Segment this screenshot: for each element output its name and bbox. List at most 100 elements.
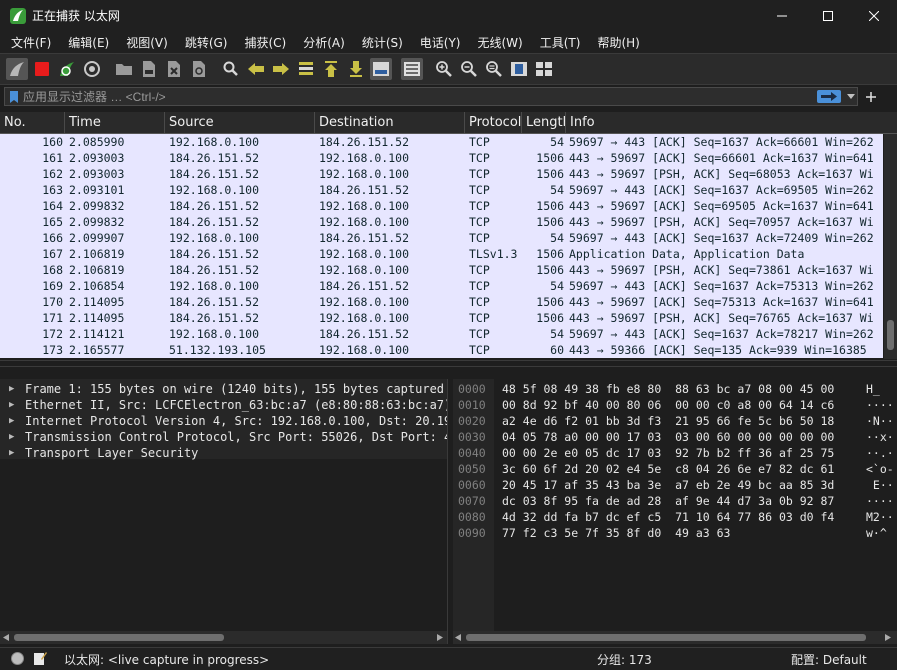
scroll-right-arrow-icon[interactable] bbox=[437, 634, 443, 641]
packet-row[interactable]: 170 2.114095 184.26.151.52 192.168.0.100 TCP… bbox=[0, 294, 883, 310]
detail-row-tcp[interactable]: ▶ Transmission Control Protocol, Src Por… bbox=[0, 429, 447, 445]
hex-dump-row[interactable]: 0050 3c 60 6f 2d 20 02 e4 5e c8 04 26 6e … bbox=[452, 461, 897, 477]
menu-view[interactable]: 视图(V) bbox=[115, 34, 174, 51]
menu-statistics[interactable]: 统计(S) bbox=[351, 34, 409, 51]
hex-dump-row[interactable]: 0010 00 8d 92 bf 40 00 80 06 00 00 c0 a8 … bbox=[452, 397, 897, 413]
status-profile[interactable]: 配置: Default bbox=[791, 651, 867, 668]
scroll-left-arrow-icon[interactable] bbox=[455, 634, 461, 641]
scroll-left-arrow-icon[interactable] bbox=[3, 634, 9, 641]
close-icon[interactable] bbox=[851, 0, 897, 31]
go-first-packet-icon[interactable] bbox=[320, 58, 342, 80]
packet-row[interactable]: 165 2.099832 184.26.151.52 192.168.0.100 TCP… bbox=[0, 214, 883, 230]
column-header-no[interactable]: No. bbox=[0, 112, 65, 133]
expert-info-status-icon[interactable] bbox=[11, 652, 24, 665]
hex-dump-row[interactable]: 0090 77 f2 c3 5e 7f 35 8f d0 49 a3 63 w·^ bbox=[452, 525, 897, 541]
filter-dropdown-chevron-icon[interactable] bbox=[845, 88, 857, 105]
vertical-pane-splitter[interactable] bbox=[447, 379, 453, 644]
go-back-arrow-icon[interactable] bbox=[245, 58, 267, 80]
colorize-list-icon[interactable] bbox=[401, 58, 423, 80]
column-header-time[interactable]: Time bbox=[65, 112, 165, 133]
zoom-in-icon[interactable] bbox=[433, 58, 455, 80]
capture-options-gear-icon[interactable] bbox=[81, 58, 103, 80]
layout-grid-icon[interactable] bbox=[533, 58, 555, 80]
packet-row[interactable]: 162 2.093003 184.26.151.52 192.168.0.100 TCP… bbox=[0, 166, 883, 182]
column-header-length[interactable]: Length bbox=[522, 112, 566, 133]
expand-arrow-icon[interactable]: ▶ bbox=[9, 429, 14, 445]
stop-capture-icon[interactable] bbox=[31, 58, 53, 80]
packet-bytes-pane: 0000 48 5f 08 49 38 fb e8 80 88 63 bc a7 … bbox=[452, 379, 897, 631]
minimize-icon[interactable] bbox=[759, 0, 805, 31]
detail-row-ethernet[interactable]: ▶ Ethernet II, Src: LCFCElectron_63:bc:a… bbox=[0, 397, 447, 413]
pane-splitter-lower[interactable] bbox=[0, 366, 897, 379]
menu-wireless[interactable]: 无线(W) bbox=[467, 34, 529, 51]
menu-telephony[interactable]: 电话(Y) bbox=[409, 34, 467, 51]
hex-dump-row[interactable]: 0070 dc 03 8f 95 fa de ad 28 af 9e 44 d7 … bbox=[452, 493, 897, 509]
menu-analyze[interactable]: 分析(A) bbox=[292, 34, 351, 51]
hex-dump-row[interactable]: 0040 00 00 2e e0 05 dc 17 03 92 7b b2 ff … bbox=[452, 445, 897, 461]
packet-row[interactable]: 173 2.165577 51.132.193.105 192.168.0.100 TC… bbox=[0, 342, 883, 358]
zoom-out-icon[interactable] bbox=[458, 58, 480, 80]
packet-row[interactable]: 161 2.093003 184.26.151.52 192.168.0.100 TCP… bbox=[0, 150, 883, 166]
normal-size-icon[interactable] bbox=[483, 58, 505, 80]
packet-cell-info: 443 → 59366 [ACK] Seq=135 Ack=939 Win=16… bbox=[569, 343, 867, 357]
capture-comment-edit-icon[interactable] bbox=[33, 651, 47, 666]
expand-arrow-icon[interactable]: ▶ bbox=[9, 381, 14, 397]
detail-row-frame[interactable]: ▶ Frame 1: 155 bytes on wire (1240 bits)… bbox=[0, 381, 447, 397]
column-header-source[interactable]: Source bbox=[165, 112, 315, 133]
hex-dump-row[interactable]: 0030 04 05 78 a0 00 00 17 03 03 00 60 00 … bbox=[452, 429, 897, 445]
menu-tools[interactable]: 工具(T) bbox=[529, 34, 587, 51]
auto-scroll-icon[interactable] bbox=[370, 58, 392, 80]
menu-file[interactable]: 文件(F) bbox=[0, 34, 57, 51]
packet-row[interactable]: 167 2.106819 184.26.151.52 192.168.0.100 TLS… bbox=[0, 246, 883, 262]
details-hscroll-thumb[interactable] bbox=[14, 634, 224, 641]
detail-row-ipv4[interactable]: ▶ Internet Protocol Version 4, Src: 192.… bbox=[0, 413, 447, 429]
go-to-packet-icon[interactable] bbox=[295, 58, 317, 80]
expand-arrow-icon[interactable]: ▶ bbox=[9, 413, 14, 429]
save-file-icon[interactable] bbox=[138, 58, 160, 80]
maximize-icon[interactable] bbox=[805, 0, 851, 31]
menu-edit[interactable]: 编辑(E) bbox=[57, 34, 115, 51]
menu-capture[interactable]: 捕获(C) bbox=[233, 34, 292, 51]
resize-columns-icon[interactable] bbox=[508, 58, 530, 80]
go-forward-arrow-icon[interactable] bbox=[270, 58, 292, 80]
expand-arrow-icon[interactable]: ▶ bbox=[9, 397, 14, 413]
restart-capture-icon[interactable] bbox=[56, 58, 78, 80]
packet-list-scroll-thumb[interactable] bbox=[887, 320, 894, 350]
hex-dump-row[interactable]: 0060 20 45 17 af 35 43 ba 3e a7 eb 2e 49 … bbox=[452, 477, 897, 493]
hex-dump-row[interactable]: 0080 4d 32 dd fa b7 dc ef c5 71 10 64 77 … bbox=[452, 509, 897, 525]
packet-row[interactable]: 168 2.106819 184.26.151.52 192.168.0.100 TCP… bbox=[0, 262, 883, 278]
add-filter-button-plus-icon[interactable] bbox=[863, 87, 879, 106]
menu-go[interactable]: 跳转(G) bbox=[174, 34, 234, 51]
shark-fin-start-icon[interactable] bbox=[6, 58, 28, 80]
go-last-packet-icon[interactable] bbox=[345, 58, 367, 80]
column-header-protocol[interactable]: Protocol bbox=[465, 112, 522, 133]
hex-dump-row[interactable]: 0020 a2 4e d6 f2 01 bb 3d f3 21 95 66 fe … bbox=[452, 413, 897, 429]
packet-cell-time: 2.085990 bbox=[69, 135, 125, 149]
menu-help[interactable]: 帮助(H) bbox=[586, 34, 645, 51]
packet-cell-dst: 192.168.0.100 bbox=[319, 247, 410, 261]
packet-row[interactable]: 160 2.085990 192.168.0.100 184.26.151.52 TCP… bbox=[0, 134, 883, 150]
details-horizontal-scrollbar[interactable] bbox=[0, 631, 447, 644]
detail-row-tls[interactable]: ▶ Transport Layer Security bbox=[0, 445, 447, 461]
packet-row[interactable]: 164 2.099832 184.26.151.52 192.168.0.100 TCP… bbox=[0, 198, 883, 214]
packet-row[interactable]: 166 2.099907 192.168.0.100 184.26.151.52 TCP… bbox=[0, 230, 883, 246]
packet-row[interactable]: 172 2.114121 192.168.0.100 184.26.151.52 TCP… bbox=[0, 326, 883, 342]
hex-dump-row[interactable]: 0000 48 5f 08 49 38 fb e8 80 88 63 bc a7 … bbox=[452, 381, 897, 397]
reload-file-icon[interactable] bbox=[188, 58, 210, 80]
apply-filter-arrow-icon[interactable] bbox=[817, 90, 841, 103]
close-file-icon[interactable] bbox=[163, 58, 185, 80]
bytes-horizontal-scrollbar[interactable] bbox=[452, 631, 897, 644]
bookmark-icon[interactable] bbox=[10, 91, 18, 103]
packet-row[interactable]: 171 2.114095 184.26.151.52 192.168.0.100 TCP… bbox=[0, 310, 883, 326]
find-packet-icon[interactable] bbox=[220, 58, 242, 80]
packet-list-scrollbar[interactable] bbox=[884, 134, 897, 359]
packet-row[interactable]: 163 2.093101 192.168.0.100 184.26.151.52 TCP… bbox=[0, 182, 883, 198]
column-header-destination[interactable]: Destination bbox=[315, 112, 465, 133]
bytes-hscroll-thumb[interactable] bbox=[466, 634, 866, 641]
open-folder-icon[interactable] bbox=[113, 58, 135, 80]
expand-arrow-icon[interactable]: ▶ bbox=[9, 445, 14, 461]
packet-row[interactable]: 169 2.106854 192.168.0.100 184.26.151.52 TCP… bbox=[0, 278, 883, 294]
scroll-right-arrow-icon[interactable] bbox=[885, 634, 891, 641]
display-filter-input[interactable] bbox=[23, 88, 803, 105]
column-header-info[interactable]: Info bbox=[566, 112, 897, 133]
